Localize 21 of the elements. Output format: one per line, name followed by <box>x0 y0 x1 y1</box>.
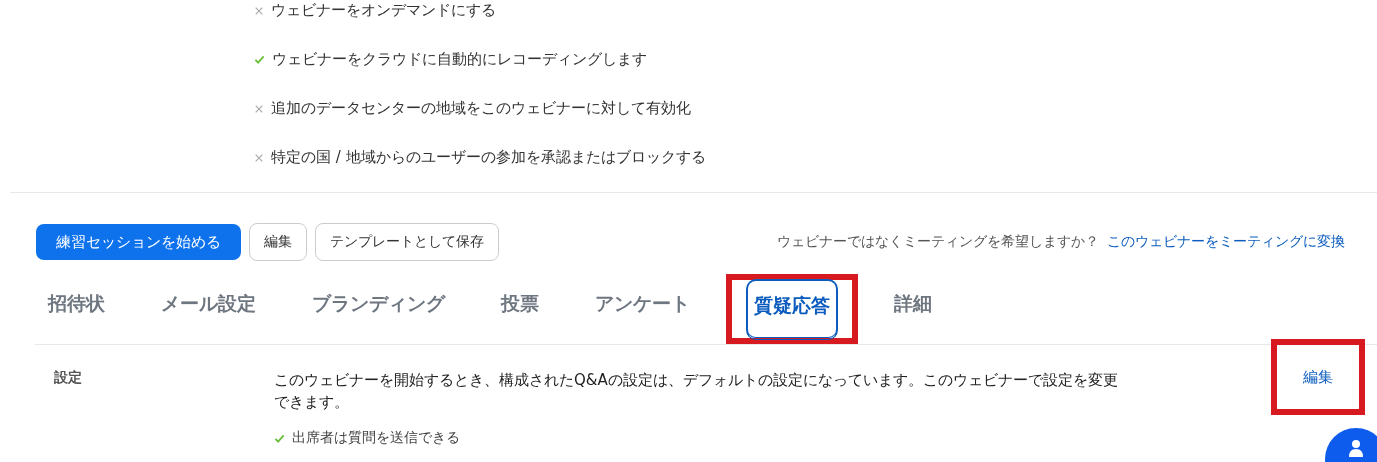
edit-button[interactable]: 編集 <box>249 223 307 261</box>
tab[interactable]: ブランディング <box>294 285 463 323</box>
option-label: 追加のデータセンターの地域をこのウェビナーに対して有効化 <box>271 99 691 118</box>
option-label: ウェビナーをオンデマンドにする <box>271 1 496 20</box>
option-label: 特定の国 / 地域からのユーザーの参加を承認またはブロックする <box>271 148 706 167</box>
tab[interactable]: 投票 <box>483 285 557 323</box>
settings-label: 設定 <box>54 369 83 387</box>
option-label: 出席者は質問を送信できる <box>292 429 460 447</box>
person-icon <box>1346 438 1366 458</box>
settings-description: このウェビナーを開始するとき、構成されたQ&Aの設定は、デフォルトの設定になっています。このウェビナーで設定を変更できます。 <box>274 370 1119 413</box>
start-practice-button[interactable]: 練習セッションを始める <box>36 224 241 260</box>
tab[interactable]: メール設定 <box>143 285 274 323</box>
save-template-button[interactable]: テンプレートとして保存 <box>315 223 499 261</box>
option-label: ウェビナーをクラウドに自動的にレコーディングします <box>272 50 647 69</box>
convert-link[interactable]: このウェビナーをミーティングに変換 <box>1107 233 1345 251</box>
tab[interactable]: 質疑応答 <box>746 278 838 340</box>
convert-prompt: ウェビナーではなくミーティングを希望しますか？ <box>777 233 1099 251</box>
tab[interactable]: 詳細 <box>876 285 950 323</box>
edit-link[interactable]: 編集 <box>1303 368 1333 386</box>
tab[interactable]: アンケート <box>577 285 708 323</box>
tab[interactable]: 招待状 <box>30 285 123 323</box>
